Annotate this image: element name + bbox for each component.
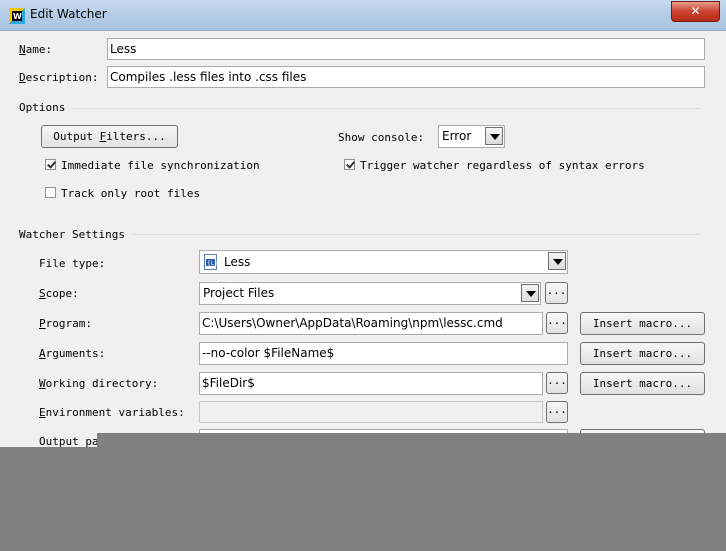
environment-variables-input[interactable] — [199, 401, 543, 423]
track-root-label: Track only root files — [61, 187, 201, 200]
close-button[interactable]: ✕ — [671, 1, 720, 22]
chevron-down-icon[interactable] — [485, 127, 503, 145]
options-separator — [18, 108, 700, 109]
svg-text:W: W — [13, 12, 22, 21]
program-label: Program: — [39, 317, 92, 330]
trigger-regardless-label: Trigger watcher regardless of syntax err… — [360, 159, 645, 172]
watcher-settings-group-label: Watcher Settings — [19, 228, 133, 241]
arguments-insert-macro-button[interactable]: Insert macro... — [580, 342, 705, 365]
less-file-icon: {L} — [204, 254, 218, 270]
description-label: Description: — [19, 71, 99, 84]
working-directory-insert-macro-button[interactable]: Insert macro... — [580, 372, 705, 395]
options-group-label: Options — [19, 101, 74, 114]
description-input[interactable]: Compiles .less files into .css files — [107, 66, 705, 88]
arguments-input[interactable]: --no-color $FileName$ — [199, 342, 568, 365]
file-type-label: File type: — [39, 257, 106, 270]
output-filters-button[interactable]: Output Filters... — [41, 125, 178, 148]
window-title: Edit Watcher — [30, 7, 107, 21]
environment-variables-label: Environment variables: — [39, 406, 185, 419]
track-root-checkbox[interactable] — [45, 187, 56, 198]
svg-text:{L}: {L} — [207, 260, 218, 267]
file-type-value: Less — [224, 255, 251, 269]
chevron-down-icon[interactable] — [548, 252, 566, 270]
scope-value: Project Files — [203, 286, 275, 300]
working-directory-label: Working directory: — [39, 377, 159, 390]
name-label: Name: — [19, 43, 53, 56]
trigger-regardless-checkbox[interactable] — [344, 159, 355, 170]
arguments-label: Arguments: — [39, 347, 106, 360]
close-icon: ✕ — [690, 4, 701, 18]
environment-variables-browse-button[interactable]: ... — [546, 401, 568, 423]
show-console-select[interactable]: Error — [438, 125, 505, 148]
immediate-sync-checkbox[interactable] — [45, 159, 56, 170]
working-directory-input[interactable]: $FileDir$ — [199, 372, 543, 395]
webstorm-app-icon: W — [9, 8, 25, 24]
name-input[interactable]: Less — [107, 38, 705, 60]
program-browse-button[interactable]: ... — [546, 312, 568, 334]
show-console-value: Error — [442, 129, 472, 143]
file-type-select[interactable]: {L} Less — [199, 250, 568, 274]
scope-label: Scope: — [39, 287, 79, 300]
show-console-label: Show console: — [338, 131, 425, 144]
immediate-sync-label: Immediate file synchronization — [61, 159, 260, 172]
program-insert-macro-button[interactable]: Insert macro... — [580, 312, 705, 335]
scope-select[interactable]: Project Files — [199, 282, 541, 305]
title-bar[interactable]: W Edit Watcher ✕ — [0, 0, 726, 31]
scope-browse-button[interactable]: ... — [545, 282, 568, 304]
occluding-gray-region-bottom — [0, 447, 726, 551]
working-directory-browse-button[interactable]: ... — [546, 372, 568, 394]
chevron-down-icon[interactable] — [521, 284, 539, 302]
program-input[interactable]: C:\Users\Owner\AppData\Roaming\npm\lessc… — [199, 312, 543, 335]
